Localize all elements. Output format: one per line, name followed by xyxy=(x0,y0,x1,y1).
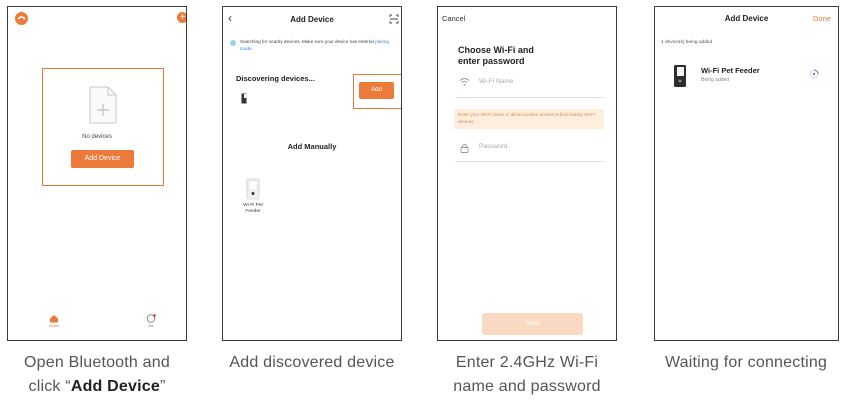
bluetooth-icon xyxy=(230,40,236,46)
screen-home: + No devices Add Device Home Me xyxy=(7,6,187,341)
add-button[interactable]: Add xyxy=(359,82,394,99)
tab-home[interactable]: Home xyxy=(44,314,64,328)
wifi-heading: Choose Wi-Fi and enter password xyxy=(458,45,534,66)
caption-step-4: Waiting for connecting xyxy=(664,354,828,371)
device-name: Wi-Fi Pet Feeder xyxy=(701,66,760,75)
app-logo-icon[interactable] xyxy=(15,12,28,25)
screen-add-device: ‹ Add Device Searching for nearby device… xyxy=(222,6,402,341)
screen-adding: Add Device Done 1 device(s) being added … xyxy=(654,6,839,341)
add-icon[interactable]: + xyxy=(177,12,186,23)
pet-feeder-icon xyxy=(674,65,686,87)
wifi-input-underline xyxy=(455,97,605,98)
scan-icon[interactable] xyxy=(389,14,399,24)
cancel-button[interactable]: Cancel xyxy=(442,14,465,23)
discovered-device-icon xyxy=(241,93,247,104)
caption-step-3-line2: name and password xyxy=(453,378,601,395)
page-title: Add Device xyxy=(290,15,334,24)
discovering-label: Discovering devices... xyxy=(236,74,315,83)
lock-icon xyxy=(460,144,469,153)
wifi-hint: Enter your Wi-Fi name or allow location … xyxy=(454,109,604,129)
tab-home-label: Home xyxy=(48,323,60,328)
loading-spinner-icon xyxy=(809,69,819,79)
device-status: Being added xyxy=(701,77,730,83)
search-notice: Searching for nearby devices. Make sure … xyxy=(240,39,389,51)
password-input[interactable]: Password xyxy=(479,143,599,150)
tab-me[interactable]: Me xyxy=(141,314,161,328)
caption-step-3-line1: Enter 2.4GHz Wi-Fi xyxy=(455,354,599,371)
pet-feeder-icon[interactable] xyxy=(246,178,260,200)
profile-icon xyxy=(146,314,156,323)
screen-wifi: Cancel Choose Wi-Fi and enter password W… xyxy=(437,6,617,341)
password-input-underline xyxy=(455,161,605,162)
caption-step-3: Enter 2.4GHz Wi-Fi name and password xyxy=(427,351,627,399)
add-manually-heading: Add Manually xyxy=(287,142,337,151)
device-count-text: 1 device(s) being added xyxy=(661,40,713,45)
add-device-button[interactable]: Add Device xyxy=(71,150,134,168)
caption-step-1: Open Bluetooth and click “Add Device” xyxy=(0,351,197,399)
wifi-name-input[interactable]: Wi-Fi Name xyxy=(479,78,599,85)
empty-state-text: No devices xyxy=(82,134,112,140)
caption-step-1-line1: Open Bluetooth and xyxy=(24,354,170,371)
pet-feeder-label: Wi-Fi Pet Feeder xyxy=(243,203,263,214)
wifi-icon xyxy=(459,78,470,86)
done-button[interactable]: Done xyxy=(813,14,831,23)
empty-document-icon xyxy=(89,86,117,124)
caption-step-1-line2: click “Add Device” xyxy=(28,378,166,395)
home-icon xyxy=(50,315,58,323)
tab-me-label: Me xyxy=(148,323,154,328)
next-button[interactable]: Next xyxy=(482,313,583,335)
caption-step-2: Add discovered device xyxy=(229,354,395,371)
page-title: Add Device xyxy=(724,14,769,23)
